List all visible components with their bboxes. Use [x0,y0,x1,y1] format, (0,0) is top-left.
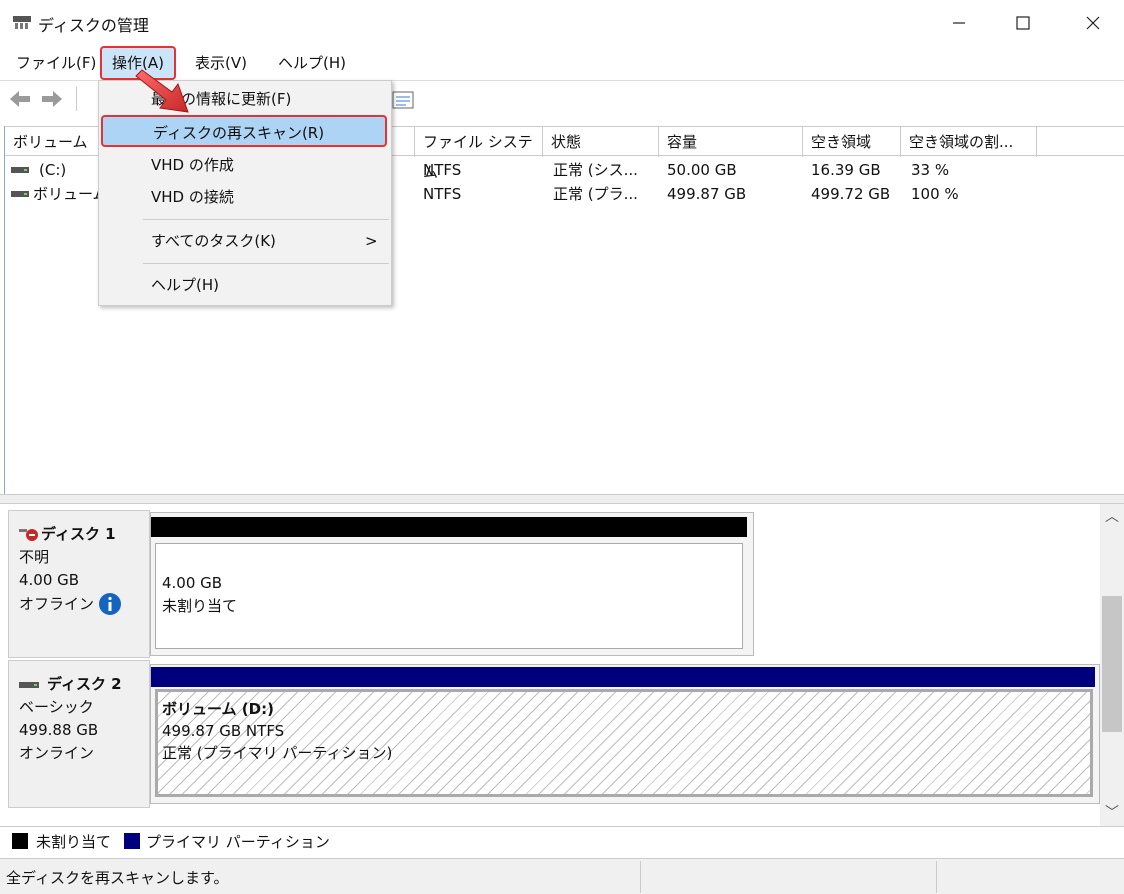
legend-swatch-primary [124,833,140,849]
cell-volume: ボリューム [33,185,108,203]
disk-state: オフライン [19,594,95,613]
disk-icon [19,681,39,688]
partition-status: 正常 (プライマリ パーティション) [162,744,393,762]
menu-separator [143,263,389,264]
cell-free-space: 16.39 GB [811,161,881,179]
scroll-thumb[interactable] [1102,596,1122,732]
menu-bar: ファイル(F) 操作(A) 表示(V) ヘルプ(H) [0,46,1124,80]
legend-label-primary: プライマリ パーティション [146,833,330,851]
partition-label: 未割り当て [162,597,238,615]
legend-swatch-unallocated [12,833,28,849]
column-free-percent[interactable]: 空き領域の割... [901,127,1037,157]
menu-item-all-tasks-label: すべてのタスク(K) [151,232,276,250]
menu-item-create-vhd[interactable]: VHD の作成 [99,149,391,181]
legend: 未割り当て プライマリ パーティション [0,826,1124,856]
status-bar: 全ディスクを再スキャンします。 [0,858,1124,894]
cell-capacity: 499.87 GB [667,185,747,203]
legend-label-unallocated: 未割り当て [36,833,112,851]
pane-splitter[interactable] [0,494,1124,504]
maximize-icon [1016,16,1030,30]
disk-2-partition-area: ボリューム (D:) 499.87 GB NTFS 正常 (プライマリ パーティ… [150,664,1100,804]
volume-d-partition[interactable]: ボリューム (D:) 499.87 GB NTFS 正常 (プライマリ パーティ… [155,689,1093,797]
partition-title: ボリューム (D:) [162,700,274,718]
toolbar-divider [76,87,77,111]
unallocated-bar [151,517,747,537]
cell-capacity: 50.00 GB [667,161,737,179]
minimize-button[interactable] [930,0,988,46]
properties-icon[interactable] [392,91,414,109]
menu-action[interactable]: 操作(A) [100,46,176,80]
unallocated-partition[interactable]: 4.00 GB 未割り当て [155,543,743,649]
drive-icon [11,191,29,197]
scroll-up-icon[interactable]: ︿ [1100,506,1124,528]
cell-free-space: 499.72 GB [811,185,891,203]
disk-type: 不明 [19,548,50,566]
menu-item-refresh[interactable]: 最新の情報に更新(F) [99,83,391,115]
disk-1-label[interactable]: ディスク 1 不明 4.00 GB オフライン [8,510,150,658]
column-filesystem[interactable]: ファイル システム [415,127,543,181]
column-status[interactable]: 状態 [543,127,659,157]
menu-item-all-tasks[interactable]: すべてのタスク(K) > [99,225,391,257]
disk-1-partition-area: 4.00 GB 未割り当て [150,512,754,656]
cell-status: 正常 (プラ... [553,185,638,203]
action-dropdown-menu: 最新の情報に更新(F) ディスクの再スキャン(R) VHD の作成 VHD の接… [98,80,392,306]
column-free-space[interactable]: 空き領域 [803,127,901,157]
disk-name: ディスク 2 [47,675,122,693]
disk-size: 4.00 GB [19,571,80,589]
menu-item-help[interactable]: ヘルプ(H) [99,269,391,301]
disk-size: 499.88 GB [19,721,99,739]
status-text: 全ディスクを再スキャンします。 [6,869,229,887]
menu-view[interactable]: 表示(V) [187,50,255,76]
partition-size-fs: 499.87 GB NTFS [162,722,285,740]
disk-name: ディスク 1 [41,525,116,543]
disk-state: オンライン [19,744,95,762]
menu-separator [143,219,389,220]
window-title: ディスクの管理 [38,16,149,35]
cell-status: 正常 (シス... [553,161,638,179]
disk-type: ベーシック [19,698,94,716]
menu-help[interactable]: ヘルプ(H) [270,50,354,76]
partition-size: 4.00 GB [162,574,223,592]
cell-volume: (C:) [39,161,67,179]
forward-arrow-icon[interactable] [40,89,64,109]
disk-map: ディスク 1 不明 4.00 GB オフライン 4.00 GB 未割り当て ディ… [4,504,1100,826]
disk-management-icon [13,16,31,29]
back-arrow-icon[interactable] [8,89,32,109]
cell-free-percent: 100 % [911,185,959,203]
scroll-down-icon[interactable]: ﹀ [1100,802,1124,824]
status-divider [640,861,641,893]
status-divider [936,861,937,893]
cell-filesystem: NTFS [423,161,462,179]
menu-file[interactable]: ファイル(F) [8,50,104,76]
chevron-right-icon: > [365,232,378,250]
drive-icon [11,167,29,173]
minimize-icon [953,22,965,24]
cell-free-percent: 33 % [911,161,950,179]
vertical-scrollbar[interactable]: ︿ ﹀ [1100,504,1124,826]
cell-filesystem: NTFS [423,185,462,203]
column-capacity[interactable]: 容量 [659,127,803,157]
primary-partition-bar [151,667,1095,687]
maximize-button[interactable] [994,0,1052,46]
info-icon[interactable] [98,592,122,616]
close-button[interactable] [1064,0,1122,46]
menu-item-rescan-disks[interactable]: ディスクの再スキャン(R) [101,115,387,147]
title-bar: ディスクの管理 [0,0,1124,46]
offline-disk-icon [19,528,38,541]
close-icon [1086,16,1100,30]
menu-item-attach-vhd[interactable]: VHD の接続 [99,181,391,213]
disk-2-label[interactable]: ディスク 2 ベーシック 499.88 GB オンライン [8,660,150,808]
